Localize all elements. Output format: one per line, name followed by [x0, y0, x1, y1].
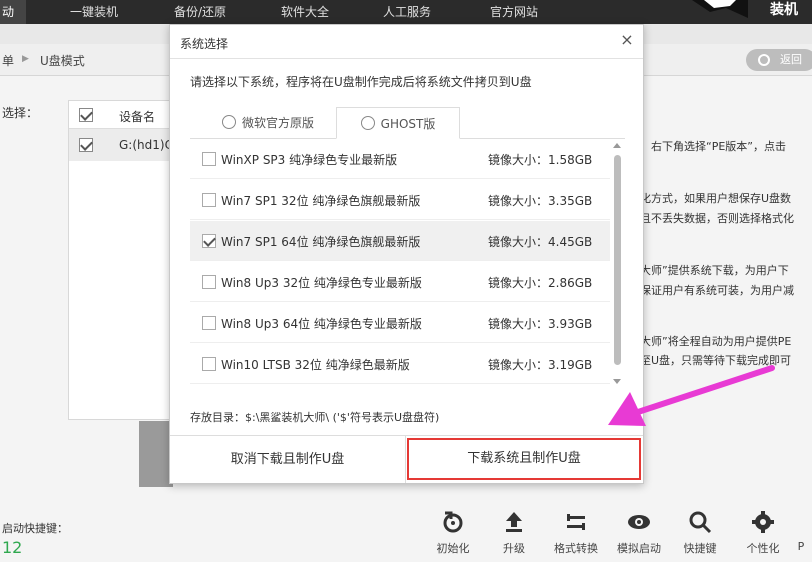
info-line: 大师”提供系统下载，为用户下 [640, 264, 789, 277]
item-name: Win7 SP1 32位 纯净绿色旗舰最新版 [221, 194, 421, 208]
download-and-make-button[interactable]: 下载系统且制作U盘 [407, 438, 641, 480]
brand-name: 装机 [770, 2, 798, 18]
gear-icon [752, 511, 774, 533]
list-item[interactable]: Win7 SP1 32位 纯净绿色旗舰最新版 镜像大小：3.35GB [190, 180, 610, 220]
dialog-instruction: 请选择以下系统，程序将在U盘制作完成后将系统文件拷贝到U盘 [190, 75, 532, 89]
nav-tab-start[interactable]: 动 [0, 0, 26, 24]
back-arrow-icon [758, 54, 770, 66]
upgrade-button[interactable]: 升级 [484, 510, 544, 560]
device-row[interactable]: G:(hd1)C [69, 129, 179, 161]
device-name: G:(hd1)C [119, 138, 173, 152]
item-size: 镜像大小：1.58GB [488, 153, 593, 167]
item-checkbox[interactable] [202, 275, 216, 289]
more-tool-button[interactable]: P [790, 510, 812, 560]
item-size: 镜像大小：2.86GB [488, 276, 593, 290]
item-name: WinXP SP3 纯净绿色专业最新版 [221, 153, 398, 167]
tab-official[interactable]: 微软官方原版 [208, 107, 328, 139]
info-line: 保证用户有系统可装，为用户减 [640, 284, 794, 297]
tool-label: 模拟启动 [617, 542, 661, 555]
windows-logo-icon [221, 115, 236, 129]
close-icon[interactable]: × [618, 31, 636, 49]
list-item[interactable]: Win8 Up3 64位 纯净绿色专业最新版 镜像大小：3.93GB [190, 303, 610, 343]
info-line: 化方式，如果用户想保存U盘数 [640, 192, 792, 205]
nav-tab-one-click-install[interactable]: 一键装机 [70, 0, 118, 24]
nav-tab-website[interactable]: 官方网站 [490, 0, 538, 24]
info-line: 且不丢失数据，否则选择格式化 [640, 212, 794, 225]
info-line: ，右下角选择“PE版本”，点击 [640, 140, 786, 153]
tool-label: 格式转换 [554, 542, 598, 555]
device-checkbox[interactable] [79, 138, 93, 152]
item-checkbox[interactable] [202, 193, 216, 207]
tool-label: 快捷键 [683, 542, 717, 555]
item-size: 镜像大小：3.93GB [488, 317, 593, 331]
item-checkbox[interactable] [202, 357, 216, 371]
device-select-label: 选择： [2, 106, 39, 120]
tab-label: GHOST版 [380, 117, 436, 131]
breadcrumb-root[interactable]: 单 [2, 52, 14, 69]
item-checkbox[interactable] [202, 316, 216, 330]
back-button[interactable]: 返回 [746, 49, 812, 71]
hotkey-label: 启动快捷键： [2, 522, 68, 535]
item-size: 镜像大小：3.19GB [488, 358, 593, 372]
shark-logo-icon [692, 0, 748, 18]
start-button-partial[interactable] [139, 421, 173, 487]
tool-label: 初始化 [436, 542, 470, 555]
list-item[interactable]: Win10 LTSB 32位 纯净绿色最新版 镜像大小：3.19GB [190, 344, 610, 384]
simulate-boot-button[interactable]: 模拟启动 [609, 510, 669, 560]
device-table: 设备名 G:(hd1)C [68, 100, 179, 420]
personalize-button[interactable]: 个性化 [733, 510, 793, 560]
system-select-dialog: 系统选择 × 请选择以下系统，程序将在U盘制作完成后将系统文件拷贝到U盘 微软官… [169, 24, 644, 484]
tool-label: 升级 [503, 542, 525, 555]
upload-arrow-icon [506, 512, 522, 532]
convert-arrows-icon [567, 514, 585, 530]
nav-tab-service[interactable]: 人工服务 [383, 0, 431, 24]
item-name: Win8 Up3 64位 纯净绿色专业最新版 [221, 317, 422, 331]
init-button[interactable]: 初始化 [423, 510, 483, 560]
save-directory: 存放目录：$:\黑鲨装机大师\ ('$'符号表示U盘盘符) [190, 411, 440, 424]
scroll-up-icon[interactable] [613, 143, 621, 148]
dialog-title: 系统选择 [180, 37, 229, 51]
ghost-disc-icon [360, 116, 375, 130]
item-size: 镜像大小：4.45GB [488, 235, 593, 249]
item-checkbox[interactable] [202, 234, 216, 248]
select-all-checkbox[interactable] [79, 108, 93, 122]
format-convert-button[interactable]: 格式转换 [546, 510, 606, 560]
item-name: Win8 Up3 32位 纯净绿色专业最新版 [221, 276, 422, 290]
nav-tab-backup-restore[interactable]: 备份/还原 [174, 0, 226, 24]
cancel-download-button[interactable]: 取消下载且制作U盘 [170, 436, 406, 483]
tab-ghost[interactable]: GHOST版 [336, 107, 460, 139]
tool-label: P [797, 540, 805, 553]
annotation-arrow-icon [608, 365, 775, 426]
hotkey-value: 12 [2, 538, 23, 557]
dialog-divider [170, 58, 643, 59]
nav-tab-software[interactable]: 软件大全 [281, 0, 329, 24]
list-item[interactable]: WinXP SP3 纯净绿色专业最新版 镜像大小：1.58GB [190, 139, 610, 179]
item-name: Win7 SP1 64位 纯净绿色旗舰最新版 [221, 235, 421, 249]
tab-label: 微软官方原版 [241, 116, 314, 130]
hotkey-button[interactable]: 快捷键 [670, 510, 730, 560]
back-label: 返回 [780, 53, 802, 66]
device-column-header: 设备名 [119, 110, 156, 124]
breadcrumb-current: U盘模式 [40, 54, 85, 68]
eye-icon [628, 515, 650, 529]
top-nav-bar: 动 一键装机 备份/还原 软件大全 人工服务 官方网站 装机 [0, 0, 812, 24]
device-table-header: 设备名 [69, 101, 179, 129]
tool-label: 个性化 [746, 542, 780, 555]
item-name: Win10 LTSB 32位 纯净绿色最新版 [221, 358, 410, 372]
list-item[interactable]: Win7 SP1 64位 纯净绿色旗舰最新版 镜像大小：4.45GB [190, 221, 610, 261]
list-item[interactable]: Win8 Up3 32位 纯净绿色专业最新版 镜像大小：2.86GB [190, 262, 610, 302]
refresh-icon [443, 511, 463, 533]
breadcrumb-separator: ▶ [22, 54, 29, 64]
search-icon [689, 511, 712, 534]
scroll-thumb[interactable] [614, 155, 621, 365]
item-size: 镜像大小：3.35GB [488, 194, 593, 208]
system-list: WinXP SP3 纯净绿色专业最新版 镜像大小：1.58GB Win7 SP1… [190, 139, 610, 389]
item-checkbox[interactable] [202, 152, 216, 166]
